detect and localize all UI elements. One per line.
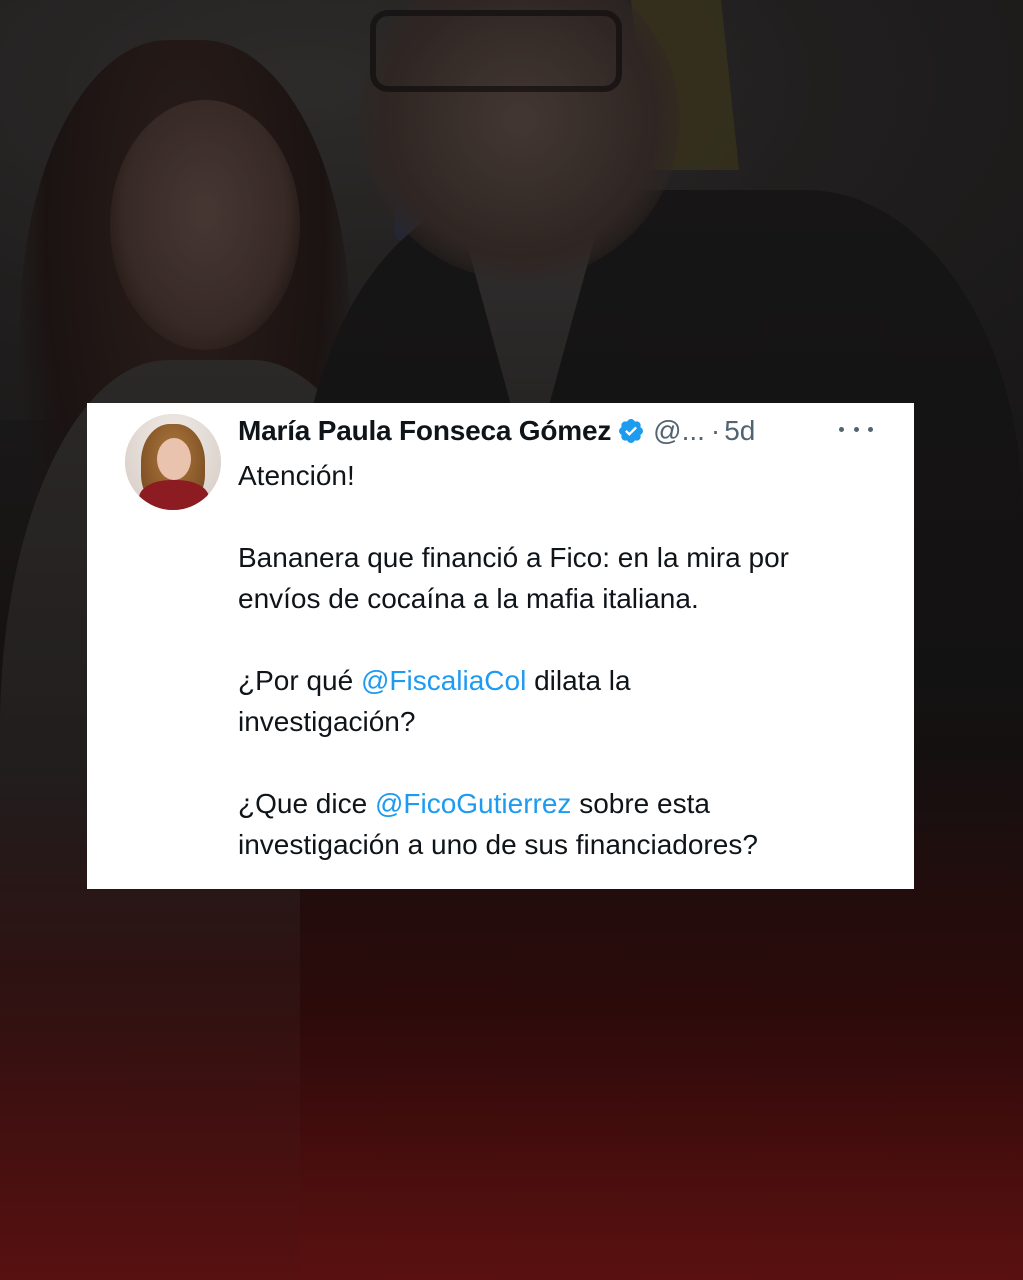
text-fragment: ¿Por qué xyxy=(238,665,361,696)
verified-badge-icon xyxy=(617,417,645,445)
tweet-paragraph-2-line-1: Bananera que financió a Fico: en la mira… xyxy=(238,542,789,573)
tweet-card: María Paula Fonseca Gómez @... · 5d Aten… xyxy=(87,403,914,889)
text-fragment: sobre esta xyxy=(571,788,710,819)
mention-link-ficogutierrez[interactable]: @FicoGutierrez xyxy=(375,788,571,819)
dot-icon xyxy=(853,426,859,432)
text-fragment: ¿Que dice xyxy=(238,788,375,819)
text-fragment: dilata la xyxy=(526,665,631,696)
author-name[interactable]: María Paula Fonseca Gómez xyxy=(238,415,611,447)
tweet-paragraph-3-line-2: investigación? xyxy=(238,706,416,737)
tweet-paragraph-4-line-1: ¿Que dice @FicoGutierrez sobre esta xyxy=(238,783,888,824)
avatar-face xyxy=(157,438,191,480)
dot-icon xyxy=(868,426,873,432)
tweet-paragraph-1: Atención! xyxy=(238,460,355,491)
dot-icon xyxy=(839,426,844,432)
author-handle[interactable]: @... xyxy=(653,415,705,447)
avatar-body xyxy=(139,480,209,510)
tweet-text: Atención! Bananera que financió a Fico: … xyxy=(238,455,888,865)
tweet-paragraph-3-line-1: ¿Por qué @FiscaliaCol dilata la xyxy=(238,660,888,701)
mention-link-fiscaliacol[interactable]: @FiscaliaCol xyxy=(361,665,526,696)
separator-dot: · xyxy=(710,415,721,446)
tweet-paragraph-2-line-2: envíos de cocaína a la mafia italiana. xyxy=(238,583,699,614)
more-options-icon[interactable] xyxy=(839,417,873,441)
tweet-header: María Paula Fonseca Gómez @... · 5d xyxy=(238,410,755,452)
avatar[interactable] xyxy=(125,414,221,510)
tweet-paragraph-4-line-2: investigación a uno de sus financiadores… xyxy=(238,829,758,860)
tweet-timestamp[interactable]: 5d xyxy=(724,415,755,447)
